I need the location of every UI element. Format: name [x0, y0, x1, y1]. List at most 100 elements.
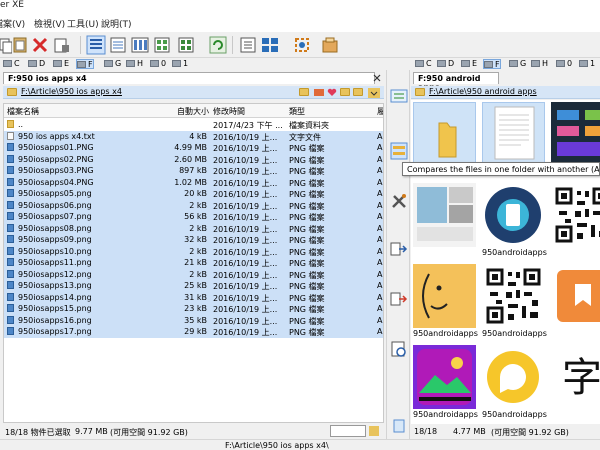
- file-row[interactable]: .. 2017/4/23 下午 ... 檔案資料夾: [4, 119, 383, 131]
- file-name: 950iosapps13.png: [18, 281, 92, 290]
- file-size: 2 kB: [189, 200, 207, 210]
- file-row[interactable]: 950iosapps06.png 2 kB 2016/10/19 上... PNG 檔…: [4, 199, 383, 211]
- file-row[interactable]: 950iosapps04.PNG 1.02 MB 2016/10/19 上... PN…: [4, 176, 383, 188]
- file-date: 2016/10/19 上...: [213, 213, 278, 222]
- thumbnail-item[interactable]: 950androidapps09: [411, 262, 478, 342]
- right-tab[interactable]: F:950 android apps: [413, 72, 499, 92]
- thumbnail-item[interactable]: [549, 262, 600, 342]
- right-drive-f[interactable]: F: [483, 59, 501, 69]
- thumbnail-grid[interactable]: apps.txt950androidapps05950androidapps09…: [411, 100, 600, 424]
- menu-help[interactable]: 說明(T): [101, 17, 132, 30]
- swap-panes-icon[interactable]: [390, 87, 408, 105]
- column-size[interactable]: 自動大小: [177, 106, 209, 117]
- history-icon[interactable]: [314, 88, 324, 97]
- file-type: PNG 檔案: [289, 328, 325, 337]
- thumbnail-item[interactable]: 950androidapps14: [411, 343, 478, 423]
- paste-icon[interactable]: [10, 35, 30, 55]
- thumbnail-item[interactable]: 950androidapps05: [480, 181, 547, 261]
- file-row[interactable]: 950iosapps07.png 56 kB 2016/10/19 上... PNG …: [4, 211, 383, 223]
- file-row[interactable]: 950iosapps15.png 23 kB 2016/10/19 上... PNG …: [4, 303, 383, 315]
- left-drive-f[interactable]: F: [76, 59, 94, 69]
- png-file-icon: [7, 166, 14, 174]
- right-path[interactable]: F:\Article\950 android apps: [429, 87, 537, 96]
- left-path[interactable]: F:\Article\950 ios apps x4: [21, 87, 122, 96]
- right-drive-1[interactable]: 1: [579, 59, 595, 69]
- right-drive-h[interactable]: H: [531, 59, 548, 69]
- dropdown-icon[interactable]: [368, 88, 380, 98]
- left-drive-g[interactable]: G: [104, 59, 121, 69]
- thumbnail-item[interactable]: 950androidapps15: [480, 343, 547, 423]
- column-name[interactable]: 檔案名稱: [7, 106, 39, 117]
- refresh-icon[interactable]: [208, 35, 228, 55]
- delete-icon[interactable]: [30, 35, 50, 55]
- left-tab[interactable]: F:950 ios apps x4: [3, 72, 375, 84]
- menu-view[interactable]: 檢視(V): [34, 17, 65, 30]
- folder-icon[interactable]: [340, 88, 350, 96]
- left-drive-0[interactable]: 0: [150, 59, 166, 69]
- left-drive-c[interactable]: C: [3, 59, 20, 69]
- png-file-icon: [7, 154, 14, 163]
- filter-icon[interactable]: [369, 426, 379, 436]
- file-row[interactable]: 950iosapps05.png 20 kB 2016/10/19 上... PNG …: [4, 188, 383, 200]
- file-list[interactable]: 檔案名稱 自動大小 修改時間 類型 屬 .. 2017/4/23 下午 ... 檔案…: [3, 103, 384, 423]
- file-row[interactable]: 950 ios apps x4.txt 4 kB 2016/10/19 上... 文字…: [4, 130, 383, 142]
- left-drive-1[interactable]: 1: [172, 59, 188, 69]
- thumbnail-item[interactable]: 950androidapps10: [480, 262, 547, 342]
- select-list-icon[interactable]: [238, 35, 258, 55]
- file-row[interactable]: 950iosapps16.png 35 kB 2016/10/19 上... PNG …: [4, 314, 383, 326]
- thumbnail-item[interactable]: 字: [549, 343, 600, 423]
- layout-icon[interactable]: [260, 35, 280, 55]
- right-drive-e[interactable]: E: [461, 59, 477, 69]
- file-row[interactable]: 950iosapps14.png 31 kB 2016/10/19 上... PNG …: [4, 291, 383, 303]
- folder-up-icon[interactable]: [299, 88, 309, 96]
- tools-icon[interactable]: [390, 192, 408, 210]
- crop-icon[interactable]: [292, 35, 312, 55]
- file-row[interactable]: 950iosapps11.png 21 kB 2016/10/19 上... PNG …: [4, 257, 383, 269]
- file-row[interactable]: 950iosapps13.png 25 kB 2016/10/19 上... PNG …: [4, 280, 383, 292]
- menu-tools[interactable]: 工具(U): [67, 17, 99, 30]
- properties-icon[interactable]: [52, 35, 72, 55]
- icons-view-icon[interactable]: [152, 35, 172, 55]
- thumbnails-view-icon[interactable]: [130, 35, 150, 55]
- file-size: 31 kB: [184, 292, 207, 302]
- move-to-other-pane-icon[interactable]: [390, 290, 408, 308]
- list-view-icon[interactable]: [108, 35, 128, 55]
- file-name: 950iosapps10.png: [18, 246, 92, 256]
- file-attr: A: [377, 177, 383, 187]
- file-size: 35 kB: [184, 315, 207, 325]
- close-tab-icon[interactable]: [373, 74, 381, 82]
- file-row[interactable]: 950iosapps02.PNG 2.60 MB 2016/10/19 上... PN…: [4, 153, 383, 165]
- folder-icon[interactable]: [353, 88, 363, 96]
- column-type[interactable]: 類型: [289, 106, 305, 117]
- thumbnail-item[interactable]: [549, 181, 600, 261]
- recycle-icon[interactable]: [390, 416, 408, 434]
- thumbnail-item[interactable]: [411, 181, 478, 261]
- filter-box[interactable]: [330, 425, 366, 437]
- right-drive-g[interactable]: G: [509, 59, 526, 69]
- drive-icon: [461, 60, 470, 67]
- favorites-icon[interactable]: [327, 88, 337, 97]
- right-drive-0[interactable]: 0: [556, 59, 572, 69]
- sync-icon[interactable]: [390, 340, 408, 358]
- right-drive-d[interactable]: D: [437, 59, 454, 69]
- column-date[interactable]: 修改時間: [213, 106, 245, 117]
- compare-folders-icon[interactable]: [390, 142, 408, 160]
- column-attr[interactable]: 屬: [377, 106, 383, 117]
- file-row[interactable]: 950iosapps01.PNG 4.99 MB 2016/10/19 上... PN…: [4, 142, 383, 154]
- menu-file[interactable]: 檔案(V): [0, 17, 25, 30]
- copy-to-other-pane-icon[interactable]: [390, 240, 408, 258]
- grid-view-icon[interactable]: [176, 35, 196, 55]
- file-row[interactable]: 950iosapps08.png 2 kB 2016/10/19 上... PNG 檔…: [4, 222, 383, 234]
- details-view-icon[interactable]: [86, 35, 106, 55]
- file-row[interactable]: 950iosapps10.png 2 kB 2016/10/19 上... PNG 檔…: [4, 245, 383, 257]
- right-drive-c[interactable]: C: [415, 59, 432, 69]
- right-tab-strip: F:950 android apps: [411, 71, 600, 92]
- left-drive-e[interactable]: E: [53, 59, 69, 69]
- file-row[interactable]: 950iosapps17.png 29 kB 2016/10/19 上... PNG …: [4, 326, 383, 338]
- file-row[interactable]: 950iosapps03.PNG 897 kB 2016/10/19 上... PNG…: [4, 165, 383, 177]
- left-drive-d[interactable]: D: [28, 59, 45, 69]
- file-row[interactable]: 950iosapps12.png 2 kB 2016/10/19 上... PNG 檔…: [4, 268, 383, 280]
- archive-icon[interactable]: [320, 35, 340, 55]
- left-drive-h[interactable]: H: [126, 59, 143, 69]
- file-row[interactable]: 950iosapps09.png 32 kB 2016/10/19 上... PNG …: [4, 234, 383, 246]
